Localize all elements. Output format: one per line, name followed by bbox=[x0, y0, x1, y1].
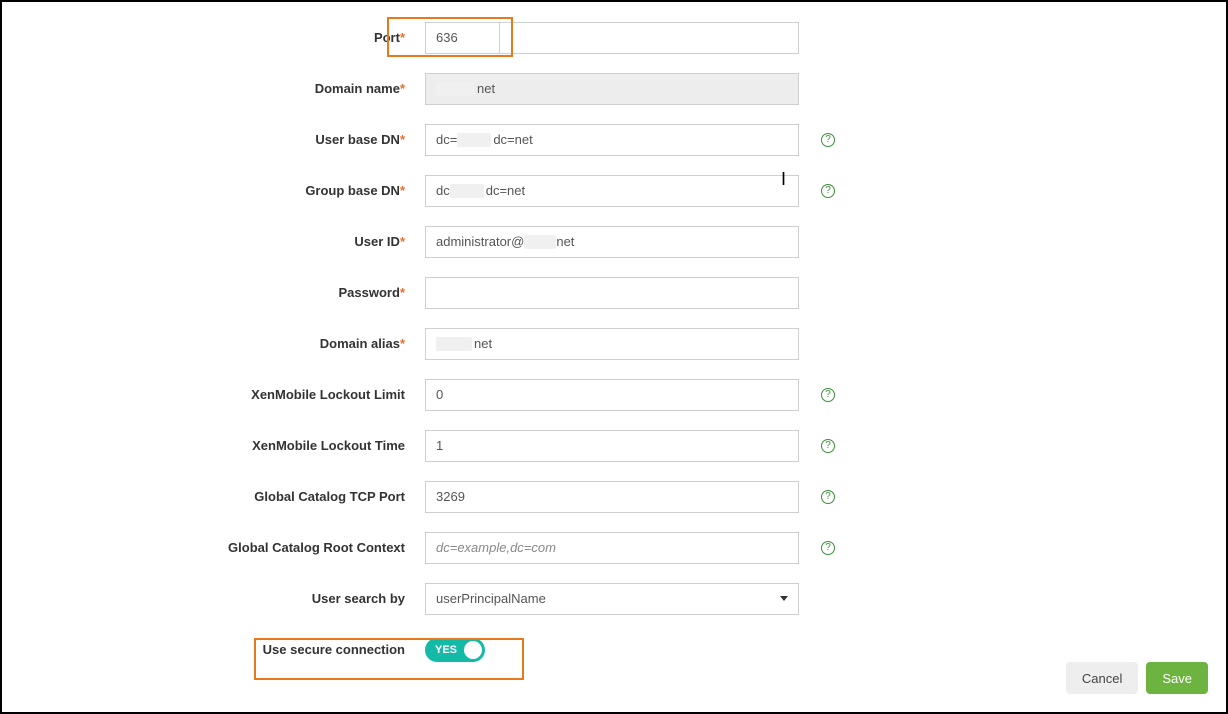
password-label: Password* bbox=[2, 285, 425, 300]
gc-root-context-label: Global Catalog Root Context bbox=[2, 540, 425, 555]
password-input[interactable] bbox=[425, 277, 799, 309]
gc-tcp-port-input[interactable] bbox=[425, 481, 799, 513]
user-search-by-value: userPrincipalName bbox=[436, 591, 546, 606]
user-base-dn-input[interactable]: dc= xx dc=net bbox=[425, 124, 799, 156]
footer-buttons: Cancel Save bbox=[1066, 662, 1208, 694]
help-icon[interactable]: ? bbox=[821, 133, 835, 147]
toggle-knob-icon bbox=[464, 641, 482, 659]
help-icon[interactable]: ? bbox=[821, 541, 835, 555]
gc-root-context-input[interactable] bbox=[425, 532, 799, 564]
user-base-dn-label: User base DN* bbox=[2, 132, 425, 147]
user-search-by-select[interactable]: userPrincipalName bbox=[425, 583, 799, 615]
lockout-time-label: XenMobile Lockout Time bbox=[2, 438, 425, 453]
help-icon[interactable]: ? bbox=[821, 439, 835, 453]
user-search-by-label: User search by bbox=[2, 591, 425, 606]
user-id-label: User ID* bbox=[2, 234, 425, 249]
user-id-input[interactable]: administrator@ xx net bbox=[425, 226, 799, 258]
help-icon[interactable]: ? bbox=[821, 184, 835, 198]
lockout-limit-label: XenMobile Lockout Limit bbox=[2, 387, 425, 402]
lockout-limit-input[interactable] bbox=[425, 379, 799, 411]
domain-name-input[interactable]: xx net bbox=[425, 73, 799, 105]
help-icon[interactable]: ? bbox=[821, 490, 835, 504]
help-icon[interactable]: ? bbox=[821, 388, 835, 402]
port-label: Port* bbox=[2, 30, 425, 45]
domain-name-label: Domain name* bbox=[2, 81, 425, 96]
port-input-extra[interactable] bbox=[500, 23, 798, 53]
chevron-down-icon bbox=[780, 596, 788, 601]
lockout-time-input[interactable] bbox=[425, 430, 799, 462]
toggle-on-label: YES bbox=[435, 644, 457, 656]
port-input[interactable] bbox=[426, 23, 500, 53]
domain-alias-label: Domain alias* bbox=[2, 336, 425, 351]
group-base-dn-input[interactable]: dc xx dc=net bbox=[425, 175, 799, 207]
gc-tcp-port-label: Global Catalog TCP Port bbox=[2, 489, 425, 504]
domain-alias-input[interactable]: xx net bbox=[425, 328, 799, 360]
use-secure-toggle[interactable]: YES bbox=[425, 638, 485, 662]
save-button[interactable]: Save bbox=[1146, 662, 1208, 694]
group-base-dn-label: Group base DN* bbox=[2, 183, 425, 198]
port-input-group bbox=[425, 22, 799, 54]
use-secure-label: Use secure connection bbox=[2, 642, 425, 657]
cancel-button[interactable]: Cancel bbox=[1066, 662, 1138, 694]
